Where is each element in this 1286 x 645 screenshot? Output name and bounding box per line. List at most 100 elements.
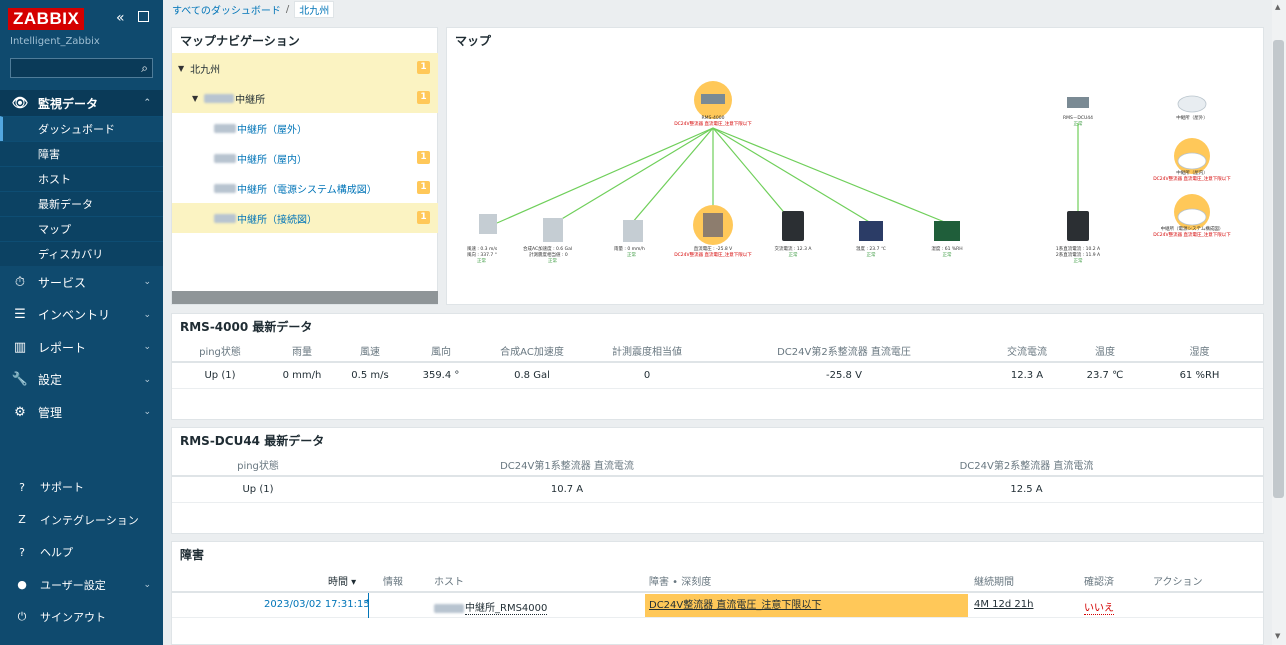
nav-label: 北九州 <box>190 64 221 76</box>
table-cell[interactable]: 0 mm/h <box>268 362 336 389</box>
scroll-down-icon[interactable]: ▼ <box>1275 632 1280 640</box>
problem-time-link[interactable]: 2023/03/02 17:31:15 <box>264 599 370 610</box>
map-element-dcu44[interactable]: RMS－DCU44 正常 <box>1063 97 1093 127</box>
map-label: 交流電流 : 12.3 A <box>775 245 813 252</box>
submenu-maps[interactable]: マップ <box>0 216 163 241</box>
nav-item-outdoor[interactable]: 中継所（屋外） <box>172 113 438 143</box>
breadcrumb-all-dashboards[interactable]: すべてのダッシュボード <box>172 2 281 17</box>
power-icon: ⏻ <box>17 610 27 624</box>
redacted-name <box>204 93 235 103</box>
redacted-name <box>434 603 464 613</box>
map-problem-label: DC24V整流器 直流電圧_注意下限以下 <box>1153 231 1231 238</box>
problem-badge: 1 <box>417 91 430 104</box>
cloud-icon <box>1177 208 1207 226</box>
table-cell[interactable]: 0.8 Gal <box>478 362 586 389</box>
table-cell[interactable]: 359.4 ° <box>404 362 478 389</box>
problem-row: 2023/03/02 17:31:15 • 中継所_RMS4000 DC24V整… <box>172 591 1263 618</box>
search-input[interactable] <box>11 59 131 77</box>
sensor-icon <box>543 218 563 242</box>
column-header: DC24V第2系整流器 直流電流 <box>790 453 1263 477</box>
page-scrollbar-thumb[interactable] <box>1273 40 1284 498</box>
menu-administration[interactable]: ⚙ 管理 ⌄ <box>0 396 163 429</box>
breadcrumb-current[interactable]: 北九州 <box>294 1 335 18</box>
triangle-down-icon: ▼ <box>192 93 199 103</box>
menu-label: サービス <box>38 275 87 290</box>
map-element-dc-current[interactable]: 1系直流電流 : 10.2 A 2系直流電流 : 11.9 A 正常 <box>1056 211 1101 264</box>
menu-integrations[interactable]: Z インテグレーション <box>0 504 163 537</box>
problem-severity-cell[interactable]: DC24V整流器 直流電圧_注意下限以下 <box>645 594 968 617</box>
clock-icon: ⏱ <box>14 274 26 290</box>
table-cell[interactable]: 10.7 A <box>344 476 790 503</box>
submenu-discovery[interactable]: ディスカバリ <box>0 241 163 266</box>
table-cell[interactable]: 0.5 m/s <box>336 362 404 389</box>
rms4000-table: ping状態 雨量 風速 風向 合成AC加速度 計測震度相当値 DC24V第2系… <box>172 339 1263 389</box>
zabbix-logo[interactable]: ZABBIX <box>8 8 85 30</box>
table-cell[interactable]: 12.5 A <box>790 476 1263 503</box>
table-cell[interactable]: -25.8 V <box>708 362 980 389</box>
kiosk-mode-icon[interactable] <box>138 11 149 22</box>
menu-reports[interactable]: ▥ レポート ⌄ <box>0 331 163 364</box>
table-cell[interactable]: 12.3 A <box>980 362 1074 389</box>
table-cell[interactable]: Up (1) <box>172 362 268 389</box>
chevron-down-icon: ⌄ <box>143 342 151 353</box>
nav-item-connection[interactable]: 中継所（接続図） 1 <box>172 203 438 233</box>
problem-host[interactable]: 中継所_RMS4000 <box>434 599 548 615</box>
map-element-rms4000[interactable]: RMS-4000 DC24V整流器 直流電圧_注意下限以下 <box>674 81 752 127</box>
map-label: 中継所（屋内） <box>1176 169 1208 176</box>
map-label: 中継所（屋外） <box>1176 114 1208 121</box>
table-cell[interactable]: 61 %RH <box>1136 362 1263 389</box>
nav-item-relay-station[interactable]: ▼ 中継所 1 <box>172 83 438 113</box>
map-element-dc-voltage[interactable]: 直流電圧 : -25.8 V DC24V整流器 直流電圧_注意下限以下 <box>674 205 752 258</box>
submenu-latest-data[interactable]: 最新データ <box>0 191 163 216</box>
menu-user-settings[interactable]: ● ユーザー設定 ⌄ <box>0 569 163 602</box>
map-status-label: 正常 <box>789 251 798 258</box>
column-header-ack: 確認済 <box>1084 577 1114 588</box>
nav-item-kitakyushu[interactable]: ▼ 北九州 1 <box>172 53 438 83</box>
table-cell[interactable]: Up (1) <box>172 476 344 503</box>
menu-configuration[interactable]: 🔧 設定 ⌄ <box>0 364 163 397</box>
integration-icon: Z <box>18 513 26 527</box>
column-header-host: ホスト <box>434 577 464 588</box>
column-header: 風向 <box>404 339 478 363</box>
scroll-up-icon[interactable]: ▲ <box>1275 3 1280 11</box>
nav-item-indoor[interactable]: 中継所（屋内） 1 <box>172 143 438 173</box>
nav-item-power-system[interactable]: 中継所（電源システム構成図） 1 <box>172 173 438 203</box>
map-element-ac-current[interactable]: 交流電流 : 12.3 A 正常 <box>775 211 813 258</box>
menu-inventory[interactable]: ☰ インベントリ ⌄ <box>0 299 163 332</box>
map-element-wind[interactable]: 風速 : 0.3 m/s 風向 : 337.7 ° 正常 <box>467 214 498 264</box>
table-header: ping状態 雨量 風速 風向 合成AC加速度 計測震度相当値 DC24V第2系… <box>172 339 1263 363</box>
problem-badge: 1 <box>417 61 430 74</box>
map-element-rain[interactable]: 雨量 : 0 mm/h 正常 <box>614 220 645 258</box>
horizontal-scrollbar[interactable] <box>172 291 438 304</box>
map-element-humidity[interactable]: 湿度 : 61 %RH 正常 <box>931 221 963 258</box>
chart-icon: ▥ <box>13 339 27 355</box>
menu-monitoring[interactable]: 👁 監視データ ⌃ <box>0 90 163 116</box>
collapse-sidebar-icon[interactable]: « <box>116 10 125 26</box>
menu-services[interactable]: ⏱ サービス ⌄ <box>0 266 163 299</box>
submenu-problems[interactable]: 障害 <box>0 141 163 166</box>
map-element-seismic[interactable]: 合成AC加速度 : 0.6 Gal 計測震度相当値 : 0 正常 <box>523 218 572 264</box>
table-cell[interactable]: 0 <box>586 362 708 389</box>
column-header: 合成AC加速度 <box>478 339 586 363</box>
submenu-hosts[interactable]: ホスト <box>0 166 163 191</box>
chevron-down-icon: ⌄ <box>143 277 151 288</box>
problem-ack-link[interactable]: いいえ <box>1084 599 1114 615</box>
table-cell[interactable]: 23.7 ℃ <box>1074 362 1136 389</box>
map-element-power-submap[interactable]: 中継所（電源システム構成図） DC24V整流器 直流電圧_注意下限以下 <box>1153 194 1231 238</box>
map-label: 合成AC加速度 : 0.6 Gal <box>523 245 572 252</box>
map-problem-label: DC24V整流器 直流電圧_注意下限以下 <box>674 120 752 127</box>
redacted-name <box>214 213 236 223</box>
map-navigation-widget: マップナビゲーション ▼ 北九州 1 ▼ 中継所 1 中継所（屋外） 中継所（屋… <box>171 27 438 305</box>
sidebar: ZABBIX « Intelligent_Zabbix ⌕ 👁 監視データ ⌃ … <box>0 0 163 645</box>
submenu-dashboard[interactable]: ダッシュボード <box>0 116 163 141</box>
menu-support[interactable]: ? サポート <box>0 471 163 504</box>
menu-help[interactable]: ? ヘルプ <box>0 536 163 569</box>
menu-label: ユーザー設定 <box>40 578 106 592</box>
map-element-indoor-submap[interactable]: 中継所（屋内） DC24V整流器 直流電圧_注意下限以下 <box>1153 138 1231 182</box>
problem-duration[interactable]: 4M 12d 21h <box>974 599 1033 610</box>
map-element-outdoor-submap[interactable]: 中継所（屋外） <box>1176 95 1208 121</box>
menu-sign-out[interactable]: ⏻ サインアウト <box>0 601 163 634</box>
column-header-time[interactable]: 時間 ▾ <box>328 573 356 588</box>
map-element-temperature[interactable]: 温度 : 23.7 ℃ 正常 <box>856 221 886 258</box>
search-icon[interactable]: ⌕ <box>141 61 148 76</box>
